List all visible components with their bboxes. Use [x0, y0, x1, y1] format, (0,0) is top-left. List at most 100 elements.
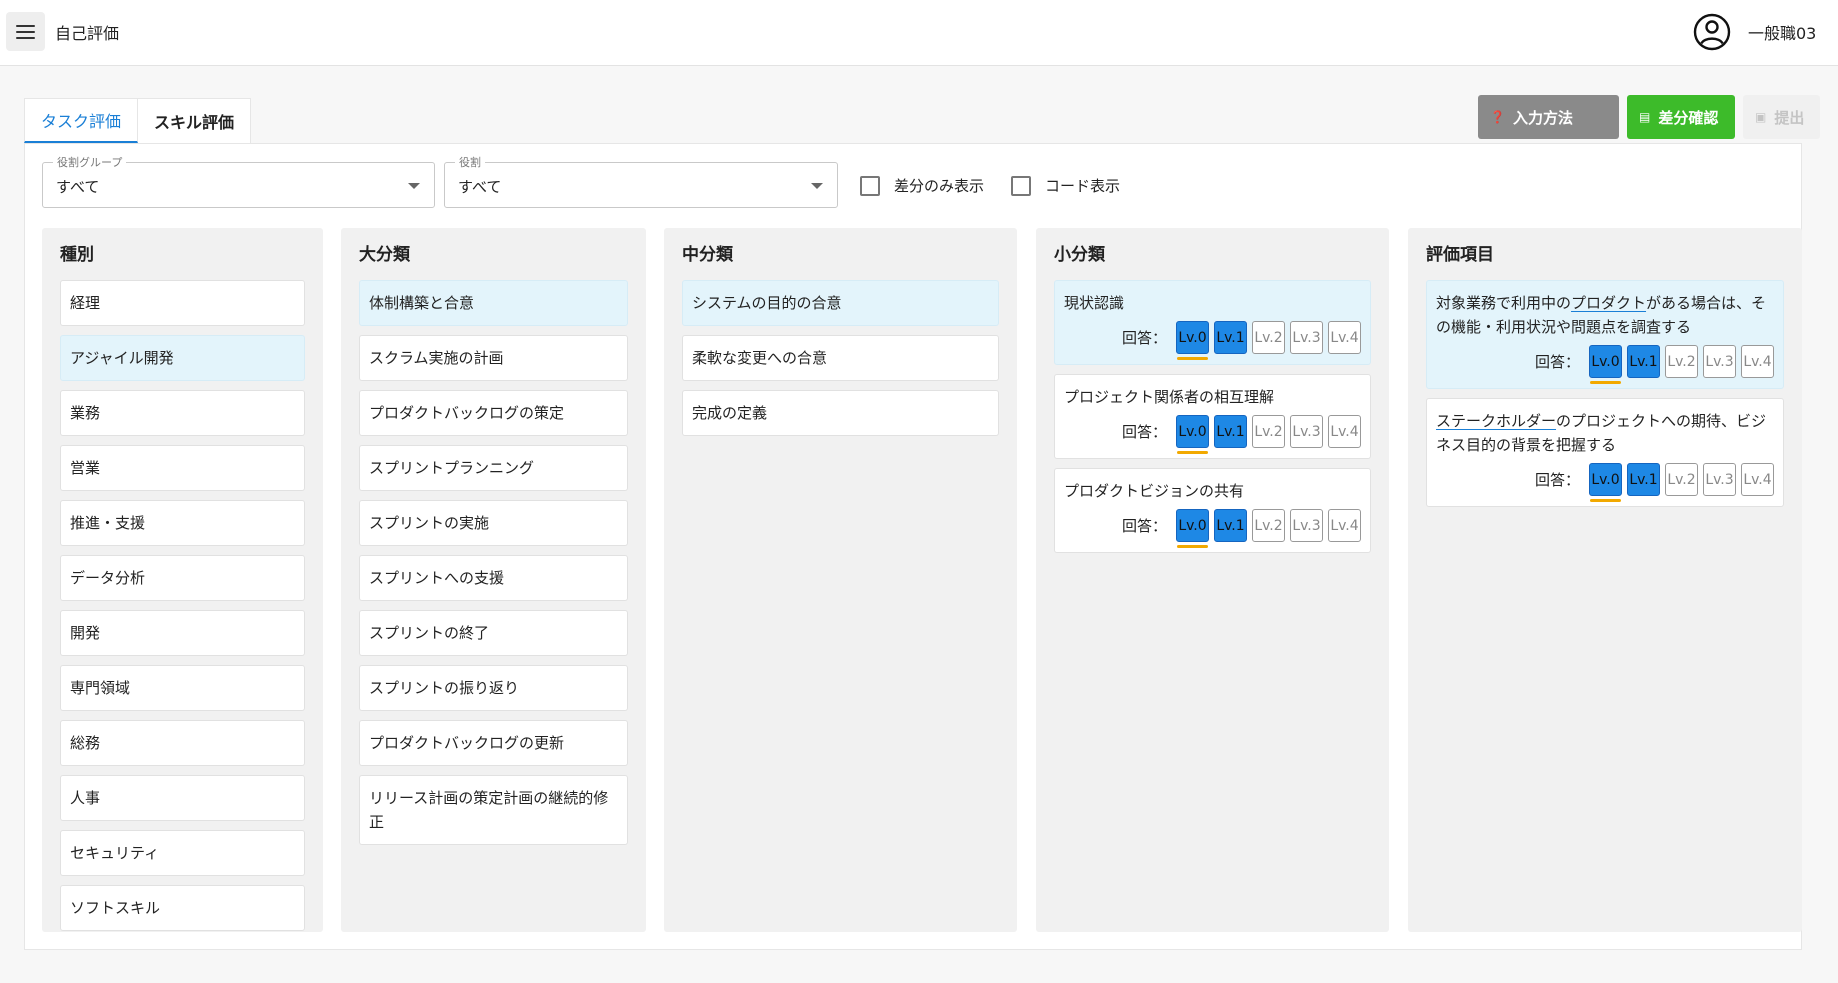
level-button[interactable]: Lv.2: [1252, 415, 1285, 448]
level-button[interactable]: Lv.4: [1741, 345, 1774, 378]
level-button[interactable]: Lv.3: [1290, 509, 1323, 542]
minor-item-label: プロダクトビジョンの共有: [1064, 482, 1245, 500]
level-button[interactable]: Lv.3: [1703, 463, 1736, 496]
list-item[interactable]: 完成の定義: [682, 390, 999, 436]
list-item[interactable]: プロジェクト関係者の相互理解 回答： Lv.0 Lv.1 Lv.2 Lv.3 L…: [1054, 374, 1371, 459]
level-button[interactable]: Lv.1: [1627, 463, 1660, 496]
level-button[interactable]: Lv.1: [1214, 415, 1247, 448]
role-group-value: すべて: [56, 178, 100, 196]
level-button[interactable]: Lv.2: [1665, 463, 1698, 496]
help-button[interactable]: ❓ 入力方法: [1478, 95, 1619, 139]
role-label: 役割: [455, 154, 485, 170]
save-icon: ▣: [1755, 110, 1767, 124]
list-item[interactable]: 現状認識 回答： Lv.0 Lv.1 Lv.2 Lv.3 Lv.4: [1054, 280, 1371, 365]
level-button[interactable]: Lv.2: [1252, 509, 1285, 542]
evaluation-text-pre: 対象業務で利用中の: [1436, 294, 1572, 312]
role-select[interactable]: 役割 すべて: [444, 154, 838, 208]
answer-row: 回答： Lv.0 Lv.1 Lv.2 Lv.3 Lv.4: [1064, 509, 1361, 548]
hamburger-menu-icon[interactable]: [6, 12, 45, 51]
level-button[interactable]: Lv.0: [1176, 321, 1209, 360]
term-link[interactable]: ステークホルダー: [1436, 412, 1556, 430]
answer-label: 回答：: [1121, 328, 1167, 347]
help-button-label: 入力方法: [1512, 108, 1573, 127]
list-item[interactable]: データ分析: [60, 555, 305, 601]
evaluation-tabs: タスク評価 スキル評価: [24, 98, 252, 143]
action-buttons: ❓ 入力方法 ▤ 差分確認 ▣ 提出: [1478, 95, 1820, 139]
top-bar: 自己評価 一般職03: [0, 0, 1838, 66]
level-button[interactable]: Lv.3: [1290, 415, 1323, 448]
major-category-column-title: 大分類: [359, 245, 410, 265]
answer-label: 回答：: [1121, 422, 1167, 441]
list-item[interactable]: 柔軟な変更への合意: [682, 335, 999, 381]
level-button[interactable]: Lv.4: [1328, 509, 1361, 542]
list-item[interactable]: 営業: [60, 445, 305, 491]
list-item[interactable]: 業務: [60, 390, 305, 436]
list-item[interactable]: 専門領域: [60, 665, 305, 711]
list-item[interactable]: リリース計画の策定計画の継続的修正: [359, 775, 628, 845]
submit-button[interactable]: ▣ 提出: [1743, 95, 1820, 139]
account-circle-icon[interactable]: [1693, 13, 1731, 51]
list-item[interactable]: システムの目的の合意: [682, 280, 999, 326]
minor-category-column-title: 小分類: [1054, 245, 1105, 265]
list-item[interactable]: プロダクトバックログの更新: [359, 720, 628, 766]
list-item[interactable]: ステークホルダーのプロジェクトへの期待、ビジネス目的の背景を把握する 回答： L…: [1426, 398, 1784, 507]
list-item[interactable]: セキュリティ: [60, 830, 305, 876]
answer-label: 回答：: [1534, 352, 1580, 371]
diff-check-button-label: 差分確認: [1658, 108, 1719, 127]
list-item[interactable]: アジャイル開発: [60, 335, 305, 381]
level-button[interactable]: Lv.1: [1214, 321, 1247, 354]
list-item[interactable]: 対象業務で利用中のプロダクトがある場合は、その機能・利用状況や問題点を調査する …: [1426, 280, 1784, 389]
middle-category-column: 中分類 システムの目的の合意 柔軟な変更への合意 完成の定義: [664, 228, 1017, 932]
list-item[interactable]: スプリントの実施: [359, 500, 628, 546]
level-button[interactable]: Lv.0: [1589, 463, 1622, 502]
tab-skill-evaluation[interactable]: スキル評価: [138, 98, 252, 143]
list-item[interactable]: スプリントの終了: [359, 610, 628, 656]
answer-row: 回答： Lv.0 Lv.1 Lv.2 Lv.3 Lv.4: [1436, 345, 1774, 384]
evaluation-item-column-title: 評価項目: [1426, 245, 1494, 265]
document-icon: ▤: [1639, 110, 1651, 124]
level-button[interactable]: Lv.0: [1589, 345, 1622, 384]
diff-only-checkbox[interactable]: 差分のみ表示: [860, 175, 984, 196]
caret-down-icon: [408, 183, 420, 189]
list-item[interactable]: 体制構築と合意: [359, 280, 628, 326]
help-icon: ❓: [1490, 110, 1505, 124]
level-button[interactable]: Lv.2: [1252, 321, 1285, 354]
list-item[interactable]: スクラム実施の計画: [359, 335, 628, 381]
list-item[interactable]: 開発: [60, 610, 305, 656]
list-item[interactable]: スプリントの振り返り: [359, 665, 628, 711]
answer-row: 回答： Lv.0 Lv.1 Lv.2 Lv.3 Lv.4: [1064, 321, 1361, 360]
list-item[interactable]: 人事: [60, 775, 305, 821]
list-item[interactable]: 経理: [60, 280, 305, 326]
checkbox-icon[interactable]: [1011, 175, 1031, 196]
list-item[interactable]: 推進・支援: [60, 500, 305, 546]
level-button[interactable]: Lv.1: [1627, 345, 1660, 378]
term-link[interactable]: プロダクト: [1571, 294, 1646, 312]
level-button[interactable]: Lv.4: [1741, 463, 1774, 496]
level-button[interactable]: Lv.2: [1665, 345, 1698, 378]
list-item[interactable]: スプリントプランニング: [359, 445, 628, 491]
user-name[interactable]: 一般職03: [1748, 20, 1816, 44]
caret-down-icon: [811, 183, 823, 189]
list-item[interactable]: スプリントへの支援: [359, 555, 628, 601]
level-button[interactable]: Lv.3: [1703, 345, 1736, 378]
level-button[interactable]: Lv.1: [1214, 509, 1247, 542]
checkbox-icon[interactable]: [860, 175, 880, 196]
level-button[interactable]: Lv.0: [1176, 509, 1209, 548]
code-display-checkbox[interactable]: コード表示: [1011, 175, 1120, 196]
list-item[interactable]: プロダクトビジョンの共有 回答： Lv.0 Lv.1 Lv.2 Lv.3 Lv.…: [1054, 468, 1371, 553]
minor-item-label: プロジェクト関係者の相互理解: [1064, 388, 1275, 406]
answer-label: 回答：: [1534, 470, 1580, 489]
level-button[interactable]: Lv.4: [1328, 321, 1361, 354]
list-item[interactable]: ソフトスキル: [60, 885, 305, 931]
level-button[interactable]: Lv.0: [1176, 415, 1209, 454]
tab-task-evaluation[interactable]: タスク評価: [24, 98, 139, 143]
middle-category-column-title: 中分類: [682, 245, 733, 265]
level-button[interactable]: Lv.4: [1328, 415, 1361, 448]
list-item[interactable]: プロダクトバックログの策定: [359, 390, 628, 436]
level-button[interactable]: Lv.3: [1290, 321, 1323, 354]
evaluation-item-column: 評価項目 対象業務で利用中のプロダクトがある場合は、その機能・利用状況や問題点を…: [1408, 228, 1802, 932]
list-item[interactable]: 総務: [60, 720, 305, 766]
diff-check-button[interactable]: ▤ 差分確認: [1627, 95, 1735, 139]
minor-category-column: 小分類 現状認識 回答： Lv.0 Lv.1 Lv.2 Lv.3 Lv.4 プロ…: [1036, 228, 1389, 932]
role-group-select[interactable]: 役割グループ すべて: [42, 154, 435, 208]
